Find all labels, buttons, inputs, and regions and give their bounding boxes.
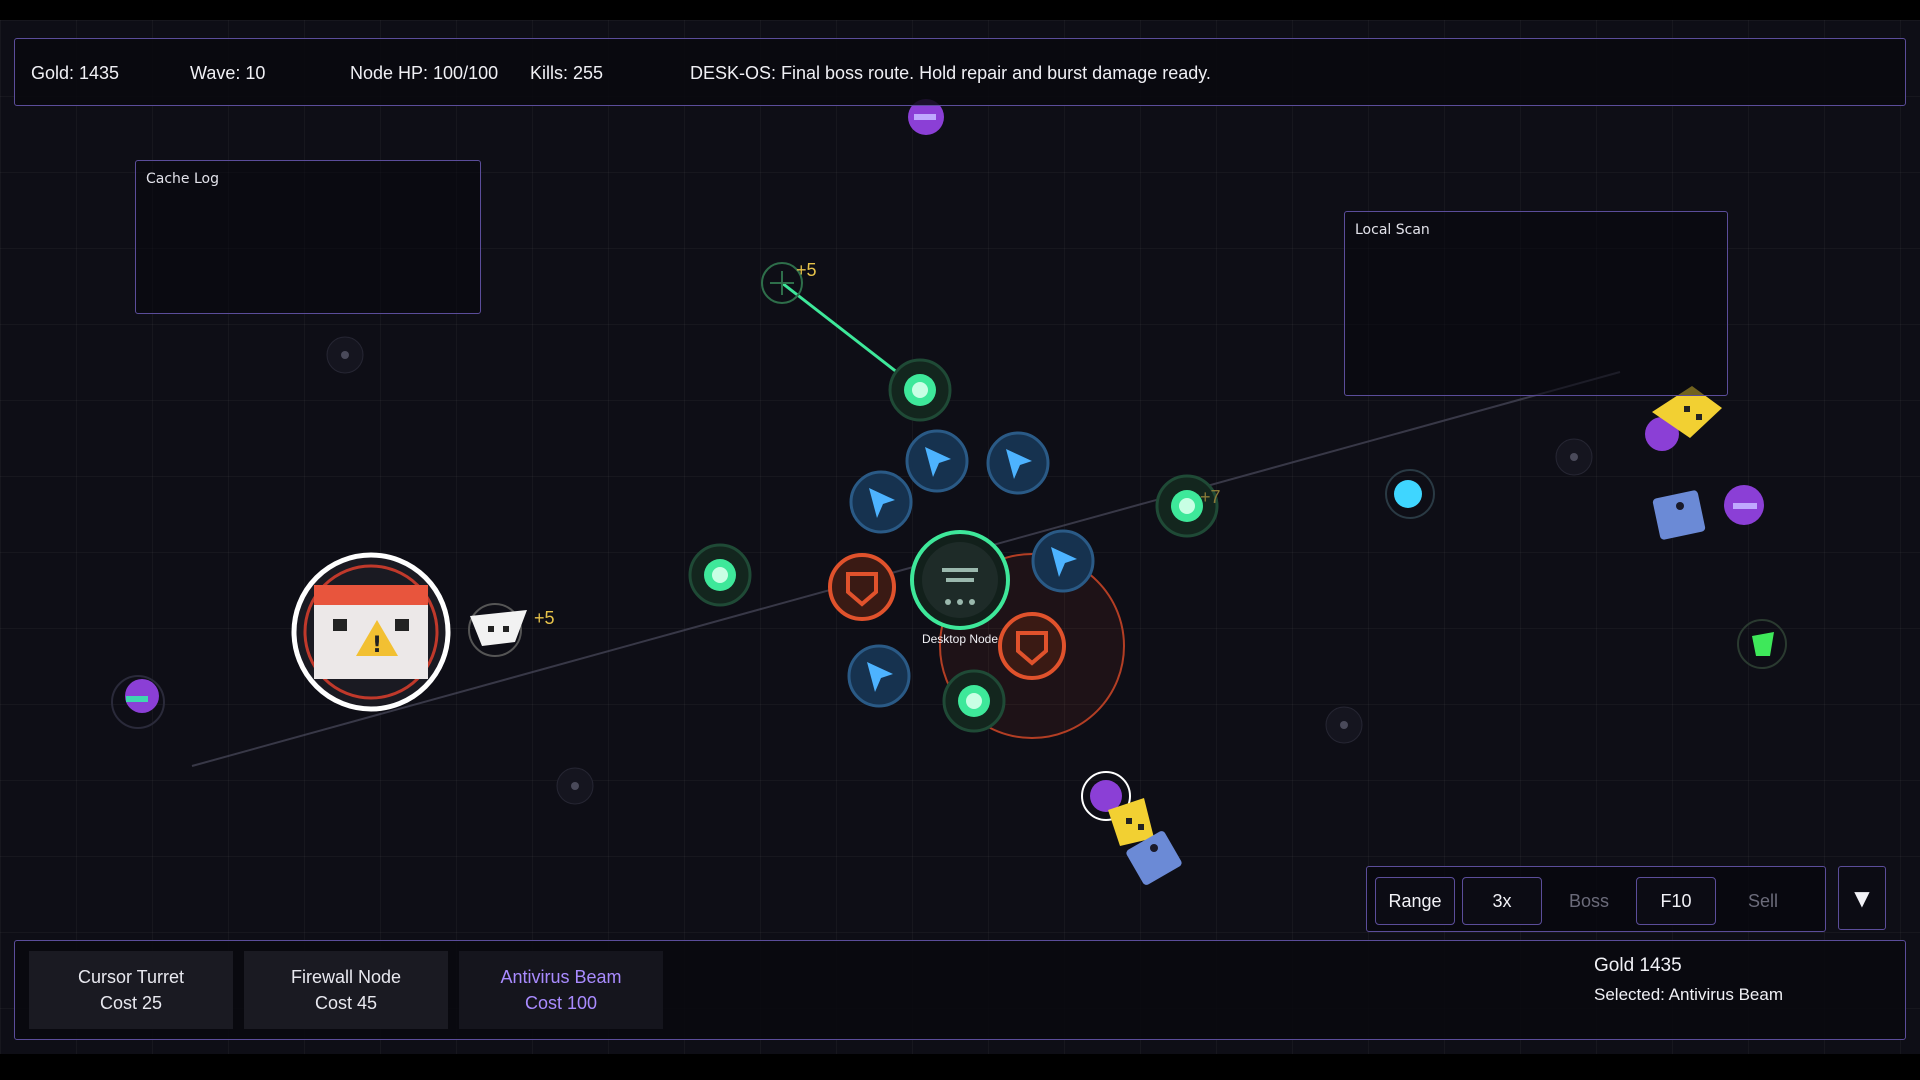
reward-floater: +5 xyxy=(534,608,555,628)
speed-button[interactable]: 3x xyxy=(1462,877,1542,925)
reward-floater: +5 xyxy=(796,260,817,280)
green-bug-enemy[interactable] xyxy=(1737,619,1787,669)
build-bar: Cursor Turret Cost 25 Firewall Node Cost… xyxy=(14,940,1906,1040)
cursor-turret[interactable] xyxy=(905,429,969,493)
purple-blob-enemy[interactable] xyxy=(111,675,165,729)
empty-build-slot[interactable] xyxy=(1325,706,1363,744)
kills-counter: Kills: 255 xyxy=(530,63,604,83)
antivirus-beam-turret[interactable] xyxy=(888,358,952,422)
antivirus-beam-turret[interactable] xyxy=(942,669,1006,733)
tower-cost: Cost 45 xyxy=(314,993,378,1013)
gold-counter: Gold: 1435 xyxy=(31,63,120,83)
glitch-enemy[interactable] xyxy=(468,603,527,657)
wave-counter: Wave: 10 xyxy=(190,63,266,83)
cache-log-label: Cache Log xyxy=(146,171,219,187)
node-hp-counter: Node HP: 100/100 xyxy=(350,63,499,83)
document-icon xyxy=(942,568,978,572)
build-antivirus-beam-button[interactable]: Antivirus Beam Cost 100 xyxy=(459,951,663,1029)
tower-name: Antivirus Beam xyxy=(500,967,622,987)
range-toggle-button[interactable]: Range xyxy=(1375,877,1455,925)
tower-cost: Cost 25 xyxy=(99,993,163,1013)
firewall-node[interactable] xyxy=(998,612,1066,680)
cursor-turret[interactable] xyxy=(849,470,913,534)
sell-button[interactable]: Sell xyxy=(1723,877,1803,925)
purple-blob-enemy[interactable] xyxy=(1724,485,1764,525)
empty-build-slot[interactable] xyxy=(326,336,364,374)
boss-button[interactable]: Boss xyxy=(1549,877,1629,925)
f10-button[interactable]: F10 xyxy=(1636,877,1716,925)
empty-build-slot[interactable] xyxy=(556,767,594,805)
gold-readout: Gold 1435 xyxy=(1594,955,1682,976)
antivirus-beam-turret[interactable] xyxy=(688,543,752,607)
system-message: DESK-OS: Final boss route. Hold repair a… xyxy=(690,63,1211,83)
tower-cost: Cost 100 xyxy=(524,993,598,1013)
selected-tower-readout: Selected: Antivirus Beam xyxy=(1594,985,1783,1004)
boss-enemy[interactable]: ! xyxy=(291,552,451,712)
empty-build-slot[interactable] xyxy=(1555,438,1593,476)
build-cursor-turret-button[interactable]: Cursor Turret Cost 25 xyxy=(29,951,233,1029)
build-firewall-node-button[interactable]: Firewall Node Cost 45 xyxy=(244,951,448,1029)
cyan-orb-enemy[interactable] xyxy=(1385,469,1435,519)
cache-log-zone: Cache Log xyxy=(135,160,481,314)
collapse-panel-button[interactable]: ▼ xyxy=(1838,866,1886,930)
cursor-turret[interactable] xyxy=(1031,529,1095,593)
cursor-turret[interactable] xyxy=(986,431,1050,495)
tower-name: Cursor Turret xyxy=(77,967,185,987)
firewall-node[interactable] xyxy=(828,553,896,621)
local-scan-zone: Local Scan xyxy=(1344,211,1728,396)
control-panel: Range 3x Boss F10 Sell xyxy=(1366,866,1826,932)
local-scan-label: Local Scan xyxy=(1355,222,1430,238)
reward-floater: +7 xyxy=(1200,487,1221,507)
cursor-turret[interactable] xyxy=(847,644,911,708)
desktop-node-core[interactable] xyxy=(910,530,1010,630)
core-label: Desktop Node xyxy=(922,632,998,646)
top-hud-bar: Gold: 1435 Wave: 10 Node HP: 100/100 Kil… xyxy=(14,38,1906,106)
tower-name: Firewall Node xyxy=(290,967,402,987)
blue-box-enemy[interactable] xyxy=(1652,490,1706,541)
svg-text:!: ! xyxy=(372,633,382,658)
